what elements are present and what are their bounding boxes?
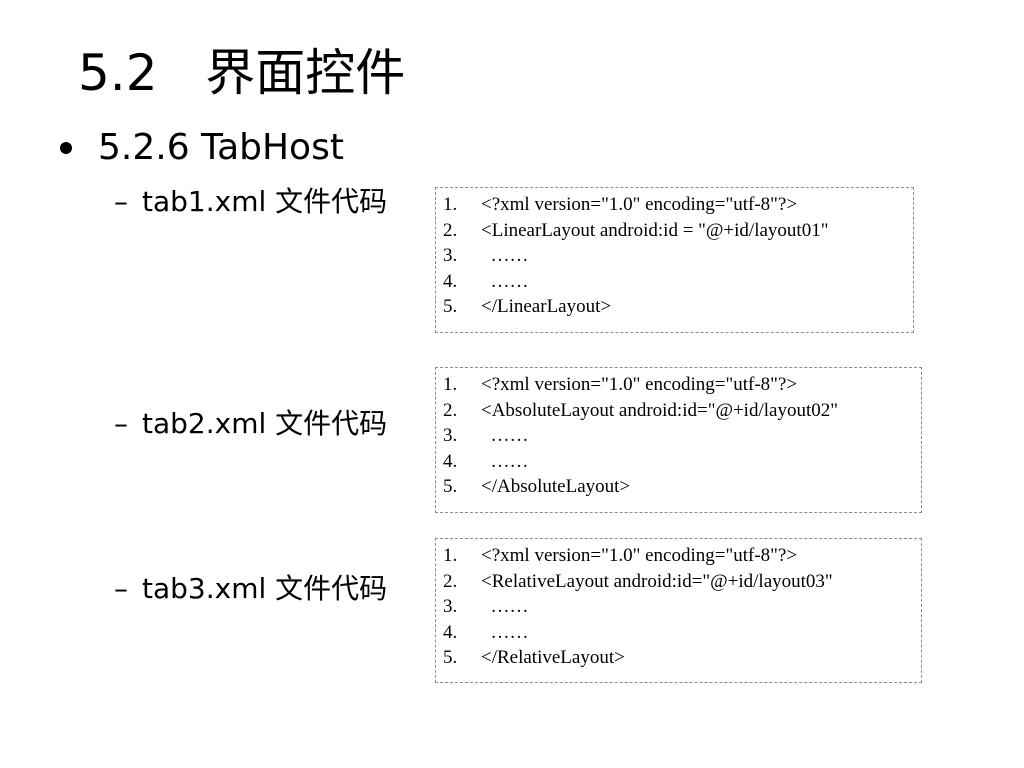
dash-icon: – [114,185,128,218]
code-line-number: 3. [443,596,458,617]
sub-item-label: tab3.xml 文件代码 [142,572,388,605]
code-line-number: 1. [443,194,458,215]
code-line-text: </RelativeLayout> [481,647,625,668]
code-line-number: 2. [443,219,458,241]
code-line-number: 4. [443,450,458,472]
code-line-text: <AbsoluteLayout android:id="@+id/layout0… [481,399,838,421]
slide-title: 5.2 界面控件 [78,44,406,102]
code-line-text: <?xml version="1.0" encoding="utf-8"?> [481,194,798,215]
code-line-text: <?xml version="1.0" encoding="utf-8"?> [481,545,798,566]
code-line: 5. </RelativeLayout> [443,645,915,671]
code-line-number: 5. [443,647,458,668]
code-line-number: 3. [443,425,458,446]
code-line: 4. …… [443,269,907,295]
code-line: 1. <?xml version="1.0" encoding="utf-8"?> [443,543,915,569]
code-line-text: </LinearLayout> [481,296,612,317]
code-line: 1. <?xml version="1.0" encoding="utf-8"?> [443,192,907,218]
code-line-text: …… [481,425,529,446]
sub-item-tab3: – tab3.xml 文件代码 [114,572,387,606]
code-line: 3. …… [443,423,915,449]
code-line-text: <?xml version="1.0" encoding="utf-8"?> [481,374,798,395]
sub-item-label: tab1.xml 文件代码 [142,185,388,218]
bullet-dot-icon [60,142,72,154]
code-line: 2. <AbsoluteLayout android:id="@+id/layou… [443,398,915,424]
bullet-item: 5.2.6 TabHost [60,128,344,168]
dash-icon: – [114,407,128,440]
code-line-text: …… [481,245,529,266]
code-line-text: </AbsoluteLayout> [481,476,631,497]
code-line: 3. …… [443,243,907,269]
code-line: 1. <?xml version="1.0" encoding="utf-8"?> [443,372,915,398]
code-line: 4. …… [443,449,915,475]
code-line-number: 1. [443,374,458,395]
code-line-number: 5. [443,296,458,317]
code-line-number: 3. [443,245,458,266]
code-line-text: <LinearLayout android:id = "@+id/layout0… [481,219,829,241]
code-box-tab2: 1. <?xml version="1.0" encoding="utf-8"?>… [435,367,922,513]
code-line: 5. </LinearLayout> [443,294,907,320]
code-line: 2. <LinearLayout android:id = "@+id/layou… [443,218,907,244]
sub-item-tab1: – tab1.xml 文件代码 [114,185,387,219]
dash-icon: – [114,572,128,605]
code-line-text: …… [481,621,529,643]
code-box-tab3: 1. <?xml version="1.0" encoding="utf-8"?>… [435,538,922,683]
code-line: 2. <RelativeLayout android:id="@+id/layou… [443,569,915,595]
code-line: 5. </AbsoluteLayout> [443,474,915,500]
code-box-tab1: 1. <?xml version="1.0" encoding="utf-8"?>… [435,187,914,333]
code-line-text: …… [481,450,529,472]
code-line: 3. …… [443,594,915,620]
sub-item-tab2: – tab2.xml 文件代码 [114,407,387,441]
sub-item-label: tab2.xml 文件代码 [142,407,388,440]
code-line-number: 2. [443,570,458,592]
bullet-label: 5.2.6 TabHost [98,127,344,168]
code-line-number: 2. [443,399,458,421]
code-line-number: 4. [443,270,458,292]
code-line: 4. …… [443,620,915,646]
code-line-text: …… [481,270,529,292]
code-line-number: 1. [443,545,458,566]
code-line-number: 4. [443,621,458,643]
code-line-text: <RelativeLayout android:id="@+id/layout0… [481,570,833,592]
code-line-text: …… [481,596,529,617]
code-line-number: 5. [443,476,458,497]
